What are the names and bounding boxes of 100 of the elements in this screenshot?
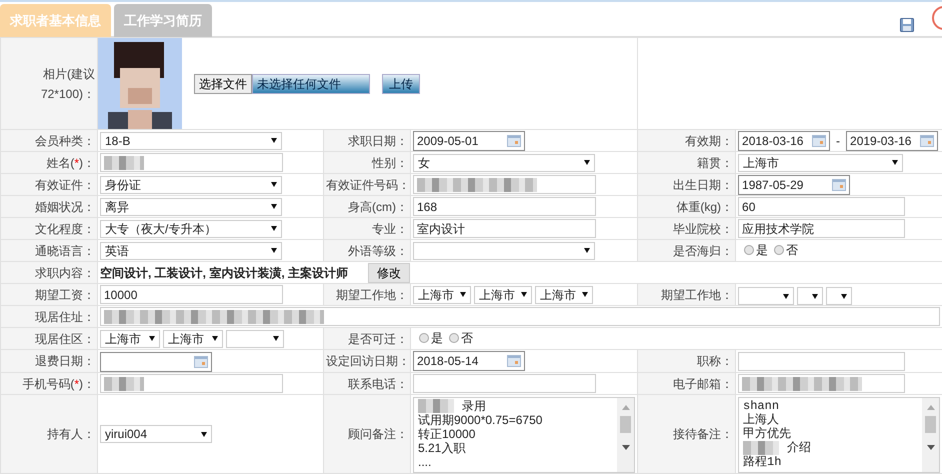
select-field[interactable]: 女 (413, 154, 595, 172)
calendar-icon[interactable] (920, 134, 934, 146)
save-icon[interactable] (900, 18, 914, 32)
notes-field[interactable]: 录用 试用期9000*0.75=6750 转正10000 5.21入职 .... (413, 397, 636, 473)
note-line: 上海人 (743, 413, 780, 427)
scrollbar[interactable] (617, 398, 634, 472)
caret-icon (584, 248, 590, 253)
input-field[interactable]: 168 (413, 197, 596, 216)
note-line: 试用期9000*0.75=6750 (418, 413, 542, 427)
field-label: 期望工资： (35, 288, 95, 302)
field-label: 专业： (372, 222, 408, 236)
note-line: 介绍 (787, 441, 812, 455)
field-label: 顾问备注： (348, 427, 408, 441)
input-field[interactable]: 室内设计 (413, 219, 596, 238)
field-label: 手机号码(*)： (22, 376, 95, 390)
select-field[interactable]: 离异 (100, 198, 282, 216)
caret-icon (273, 336, 279, 341)
calendar-icon[interactable] (194, 356, 208, 368)
input-field[interactable] (100, 153, 283, 172)
select-field[interactable] (797, 287, 824, 305)
input-field[interactable] (100, 374, 283, 393)
range-separator: - (836, 132, 840, 148)
select-field[interactable]: 上海市 (474, 286, 532, 304)
field-label: 有效证件： (35, 178, 95, 192)
field-label: 是否海归： (673, 244, 734, 258)
note-line: 转正10000 (418, 427, 476, 441)
calendar-icon[interactable] (507, 355, 521, 367)
date-field[interactable]: 2009-05-01 (413, 130, 525, 150)
upload-button[interactable]: 上传 (382, 74, 420, 94)
select-field[interactable]: 上海市 (413, 286, 471, 304)
file-status: 未选择任何文件 (252, 74, 370, 94)
date-field[interactable] (100, 352, 212, 372)
select-field[interactable]: 上海市 (163, 330, 223, 348)
calendar-icon[interactable] (507, 134, 521, 146)
field-label: 期望工作地： (336, 288, 408, 302)
field-label: 设定回访日期： (326, 354, 410, 368)
scrollbar[interactable] (922, 398, 940, 472)
note-line: .... (418, 455, 432, 469)
field-label: 职称： (697, 354, 734, 368)
caret-icon (460, 292, 466, 297)
caret-icon (271, 182, 277, 187)
date-field[interactable]: 1987-05-29 (738, 174, 850, 194)
field-label: 有效证件号码： (326, 178, 410, 192)
caret-icon (783, 294, 790, 298)
select-field[interactable]: 英语 (100, 242, 282, 260)
select-field[interactable] (826, 287, 852, 305)
input-field[interactable]: 应用技术学院 (738, 219, 906, 238)
date-field[interactable]: 2019-03-16 (846, 130, 938, 150)
field-label: 毕业院校： (673, 222, 734, 236)
caret-icon (212, 336, 218, 341)
date-field[interactable]: 2018-03-16 (738, 130, 830, 150)
select-field[interactable]: 上海市 (738, 154, 904, 172)
select-field[interactable]: 大专（夜大/专升本） (100, 220, 282, 238)
field-label: 联系电话： (348, 376, 408, 390)
calendar-icon[interactable] (832, 178, 846, 190)
caret-icon (271, 248, 277, 253)
input-field[interactable] (738, 352, 906, 370)
field-label: 有效期： (685, 134, 734, 148)
field-label: 婚姻状况： (35, 200, 95, 214)
notes-field[interactable]: shann 上海人 甲方优先 介绍 路程1h (738, 397, 940, 473)
field-label: 接待备注： (673, 427, 734, 441)
field-label: 籍贯： (697, 156, 734, 170)
select-field[interactable]: 上海市 (100, 330, 160, 348)
field-label: 现居住区： (35, 332, 95, 346)
field-label: 求职内容： (35, 266, 95, 280)
calendar-icon[interactable] (812, 134, 826, 146)
note-line: 录用 (462, 399, 486, 413)
select-field[interactable]: 18-B (100, 132, 282, 150)
file-button[interactable]: 选择文件 (194, 74, 252, 94)
field-label: 求职日期： (348, 134, 408, 148)
field-label: 出生日期： (673, 178, 734, 192)
date-field[interactable]: 2018-05-14 (413, 351, 525, 371)
caret-icon (201, 432, 207, 436)
input-field[interactable] (413, 175, 596, 194)
caret-icon (892, 160, 898, 165)
edit-button[interactable]: 修改 (368, 262, 410, 282)
input-field[interactable] (413, 374, 596, 393)
input-field[interactable] (738, 374, 906, 393)
note-line: 5.21入职 (418, 441, 466, 455)
note-line: 甲方优先 (743, 427, 792, 441)
radio-option[interactable]: 是 (413, 330, 443, 346)
select-field[interactable] (413, 242, 595, 260)
caret-icon (584, 160, 590, 165)
radio-option[interactable]: 否 (443, 330, 473, 346)
select-field[interactable] (226, 330, 284, 348)
input-field[interactable] (100, 307, 940, 326)
field-label: 性别： (372, 156, 408, 170)
input-field[interactable]: 60 (738, 197, 906, 216)
field-label: 退费日期： (35, 354, 95, 368)
select-field[interactable]: 身份证 (100, 176, 282, 194)
radio-option[interactable]: 是 (738, 242, 768, 258)
caret-icon (841, 294, 848, 298)
select-field[interactable] (738, 287, 794, 305)
select-field[interactable]: yirui004 (100, 425, 212, 443)
input-field[interactable]: 10000 (100, 285, 283, 304)
radio-option[interactable]: 否 (768, 242, 798, 258)
caret-icon (149, 336, 155, 341)
note-line: 路程1h (743, 455, 782, 469)
field-label: 持有人： (47, 427, 95, 441)
select-field[interactable]: 上海市 (535, 286, 593, 304)
